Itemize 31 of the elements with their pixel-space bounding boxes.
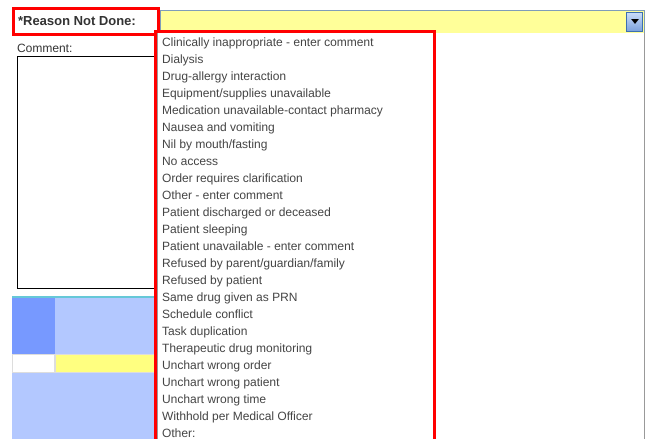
dropdown-option[interactable]: Unchart wrong patient — [162, 374, 280, 391]
dropdown-option[interactable]: No access — [162, 153, 218, 170]
dropdown-option[interactable]: Unchart wrong order — [162, 357, 272, 374]
dropdown-option[interactable]: Drug-allergy interaction — [162, 68, 286, 85]
dropdown-option[interactable]: Task duplication — [162, 323, 248, 340]
dropdown-option[interactable]: Dialysis — [162, 51, 204, 68]
dropdown-option[interactable]: Other - enter comment — [162, 187, 283, 204]
dropdown-option[interactable]: Same drug given as PRN — [162, 289, 298, 306]
dropdown-option[interactable]: Nil by mouth/fasting — [162, 136, 268, 153]
dropdown-option[interactable]: Equipment/supplies unavailable — [162, 85, 331, 102]
dropdown-option[interactable]: Patient unavailable - enter comment — [162, 238, 354, 255]
dropdown-option[interactable]: Nausea and vomiting — [162, 119, 275, 136]
dropdown-option[interactable]: Withhold per Medical Officer — [162, 408, 313, 425]
reason-dropdown[interactable] — [160, 10, 645, 34]
dropdown-button[interactable] — [626, 12, 643, 32]
grid-cell — [12, 298, 55, 354]
grid-cell — [12, 354, 55, 373]
dropdown-option[interactable]: Refused by patient — [162, 272, 262, 289]
dropdown-option[interactable]: Schedule conflict — [162, 306, 253, 323]
dropdown-option[interactable]: Patient discharged or deceased — [162, 204, 331, 221]
caret-icon — [630, 19, 638, 24]
comment-label: Comment: — [17, 41, 72, 55]
dropdown-option[interactable]: Clinically inappropriate - enter comment — [162, 34, 374, 51]
dropdown-option[interactable]: Refused by parent/guardian/family — [162, 255, 345, 272]
dropdown-option[interactable]: Order requires clarification — [162, 170, 303, 187]
dropdown-option[interactable]: Therapeutic drug monitoring — [162, 340, 312, 357]
dropdown-option[interactable]: Medication unavailable-contact pharmacy — [162, 102, 383, 119]
dropdown-option[interactable]: Patient sleeping — [162, 221, 248, 238]
dropdown-option[interactable]: Other: — [162, 425, 196, 439]
field-label: *Reason Not Done: — [12, 6, 160, 36]
dropdown-option[interactable]: Unchart wrong time — [162, 391, 266, 408]
